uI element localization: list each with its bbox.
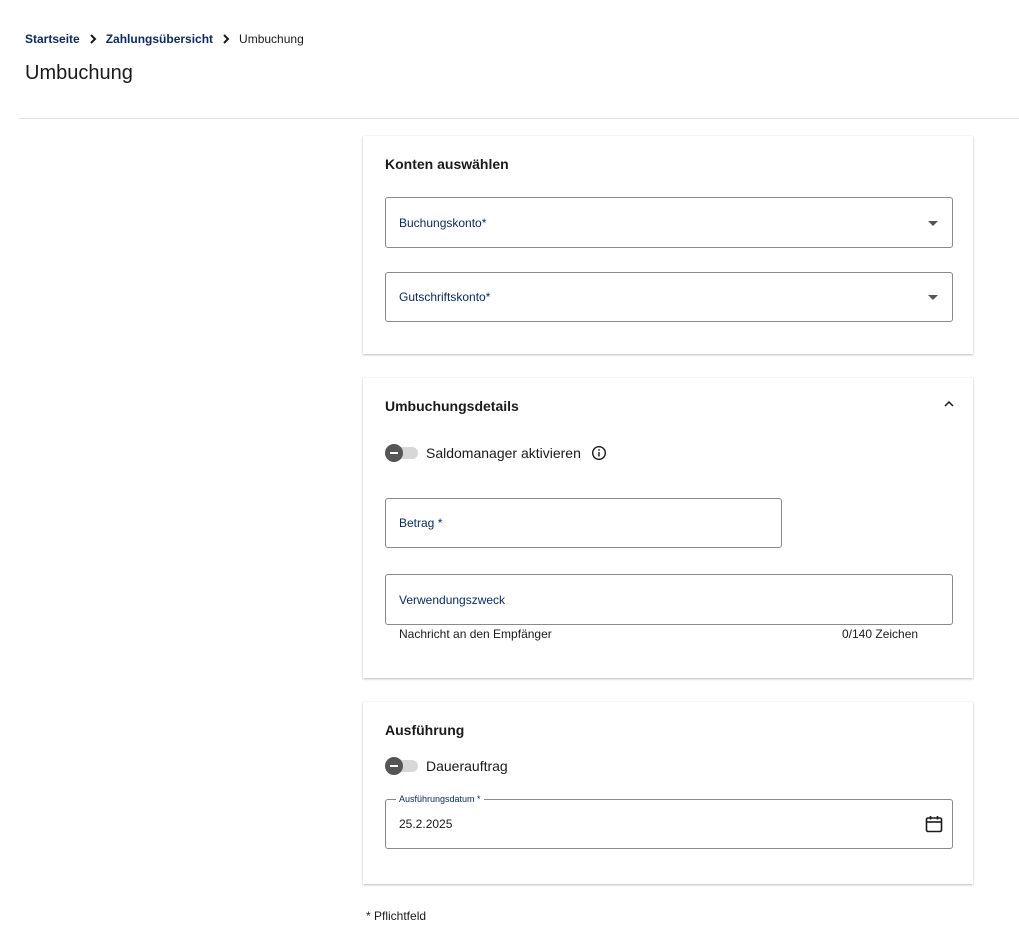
info-icon[interactable] xyxy=(591,445,607,461)
chevron-right-icon xyxy=(89,34,97,44)
accounts-section-title: Konten auswählen xyxy=(385,156,509,172)
toggle-track xyxy=(385,757,418,775)
amount-label: Betrag * xyxy=(399,516,443,530)
amount-input[interactable]: Betrag * xyxy=(385,498,782,548)
details-section-title: Umbuchungsdetails xyxy=(385,398,519,414)
toggle-knob xyxy=(385,757,403,775)
accounts-card: Konten auswählen Buchungskonto* Gutschri… xyxy=(363,136,973,354)
credit-account-select[interactable]: Gutschriftskonto* xyxy=(385,272,953,322)
page-title: Umbuchung xyxy=(25,62,133,84)
purpose-label: Verwendungszweck xyxy=(399,592,506,607)
execution-date-label: Ausführungsdatum * xyxy=(396,794,484,804)
breadcrumb: Startseite Zahlungsübersicht Umbuchung xyxy=(25,32,304,46)
purpose-hint: Nachricht an den Empfänger xyxy=(399,627,552,641)
toggle-track xyxy=(385,444,418,462)
standing-order-label: Dauerauftrag xyxy=(426,758,508,774)
required-field-note: * Pflichtfeld xyxy=(366,909,427,923)
breadcrumb-link-home[interactable]: Startseite xyxy=(25,32,80,46)
purpose-input[interactable]: Verwendungszweck xyxy=(385,574,953,625)
header-divider xyxy=(19,118,1019,119)
dropdown-arrow-icon xyxy=(928,220,938,226)
execution-date-input[interactable]: Ausführungsdatum * 25.2.2025 xyxy=(385,794,953,849)
purpose-char-counter: 0/140 Zeichen xyxy=(842,627,919,641)
breadcrumb-link-payments[interactable]: Zahlungsübersicht xyxy=(106,32,213,46)
credit-account-label: Gutschriftskonto* xyxy=(399,290,491,304)
dropdown-arrow-icon xyxy=(928,295,938,300)
standing-order-toggle[interactable]: Dauerauftrag xyxy=(385,757,508,775)
balance-manager-toggle[interactable]: Saldomanager aktivieren xyxy=(385,444,607,462)
execution-card: Ausführung Dauerauftrag Ausführungsdatum… xyxy=(363,702,973,884)
execution-section-title: Ausführung xyxy=(385,722,465,738)
debit-account-label: Buchungskonto* xyxy=(399,215,487,230)
details-card: Umbuchungsdetails Saldomanager aktiviere… xyxy=(363,378,973,678)
calendar-icon[interactable] xyxy=(924,814,944,834)
execution-date-value: 25.2.2025 xyxy=(399,817,453,831)
balance-manager-label: Saldomanager aktivieren xyxy=(426,445,581,461)
debit-account-select[interactable]: Buchungskonto* xyxy=(385,197,953,248)
chevron-up-icon[interactable] xyxy=(943,398,955,410)
breadcrumb-current: Umbuchung xyxy=(239,32,304,46)
toggle-knob xyxy=(385,444,403,462)
chevron-right-icon xyxy=(223,34,230,44)
